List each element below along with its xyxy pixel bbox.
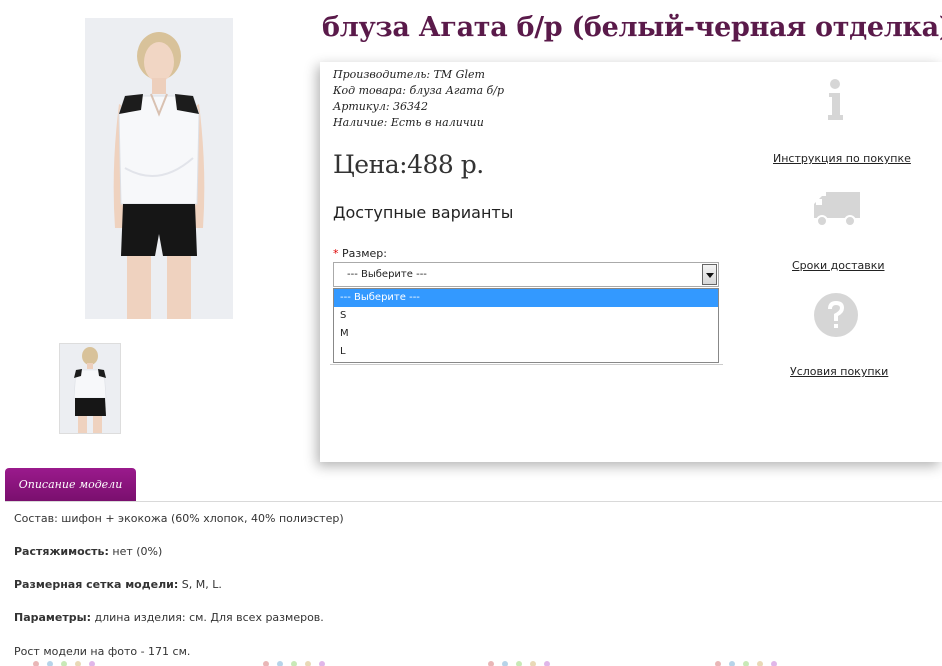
truck-icon bbox=[814, 192, 860, 227]
tab-description[interactable]: Описание модели bbox=[5, 468, 136, 501]
desc-size-grid: Размерная сетка модели: S, M, L. bbox=[14, 578, 222, 591]
required-mark: * bbox=[333, 247, 339, 260]
purchase-terms-link[interactable]: Условия покупки bbox=[790, 365, 888, 378]
divider bbox=[330, 364, 723, 365]
product-main-image[interactable] bbox=[85, 18, 233, 319]
spec-article: Артикул: 36342 bbox=[333, 100, 429, 113]
decorative-ornament bbox=[488, 661, 550, 666]
product-thumbnail[interactable] bbox=[59, 343, 121, 434]
desc-composition: Состав: шифон + экокожа (60% хлопок, 40%… bbox=[14, 512, 344, 525]
decorative-ornament bbox=[715, 661, 777, 666]
info-icon bbox=[828, 79, 843, 120]
thumbnail-figure bbox=[60, 344, 120, 433]
size-select[interactable]: --- Выберите --- bbox=[333, 262, 719, 287]
product-specs: Производитель: ТМ Glem Код товара: блуза… bbox=[333, 67, 504, 131]
question-icon bbox=[814, 293, 858, 337]
size-option-l[interactable]: L bbox=[334, 343, 718, 361]
size-option-m[interactable]: M bbox=[334, 325, 718, 343]
purchase-instruction-link[interactable]: Инструкция по покупке bbox=[773, 152, 911, 165]
size-dropdown-list[interactable]: --- Выберите --- S M L bbox=[333, 288, 719, 363]
size-option-placeholder[interactable]: --- Выберите --- bbox=[334, 289, 718, 307]
size-option-s[interactable]: S bbox=[334, 307, 718, 325]
product-price: Цена:488 р. bbox=[333, 150, 484, 179]
decorative-ornament bbox=[263, 661, 325, 666]
desc-parameters: Параметры: длина изделия: см. Для всех р… bbox=[14, 611, 324, 624]
product-page: { "product": { "title": "блуза Агата б/р… bbox=[0, 0, 942, 666]
desc-model-height: Рост модели на фото - 171 см. bbox=[14, 645, 191, 658]
product-title: блуза Агата б/р (белый-черная отделка) bbox=[322, 12, 942, 43]
spec-product-code: Код товара: блуза Агата б/р bbox=[333, 84, 504, 97]
decorative-ornament bbox=[33, 661, 95, 666]
delivery-time-link[interactable]: Сроки доставки bbox=[792, 259, 885, 272]
desc-stretch: Растяжимость: нет (0%) bbox=[14, 545, 163, 558]
tab-divider bbox=[5, 501, 942, 502]
model-figure bbox=[85, 18, 233, 319]
variants-heading: Доступные варианты bbox=[333, 203, 514, 222]
size-select-value: --- Выберите --- bbox=[347, 269, 427, 280]
spec-availability: Наличие: Есть в наличии bbox=[333, 116, 484, 129]
dropdown-arrow-icon[interactable] bbox=[702, 264, 717, 285]
spec-manufacturer: Производитель: ТМ Glem bbox=[333, 68, 485, 81]
size-label: * Размер: bbox=[333, 247, 387, 260]
